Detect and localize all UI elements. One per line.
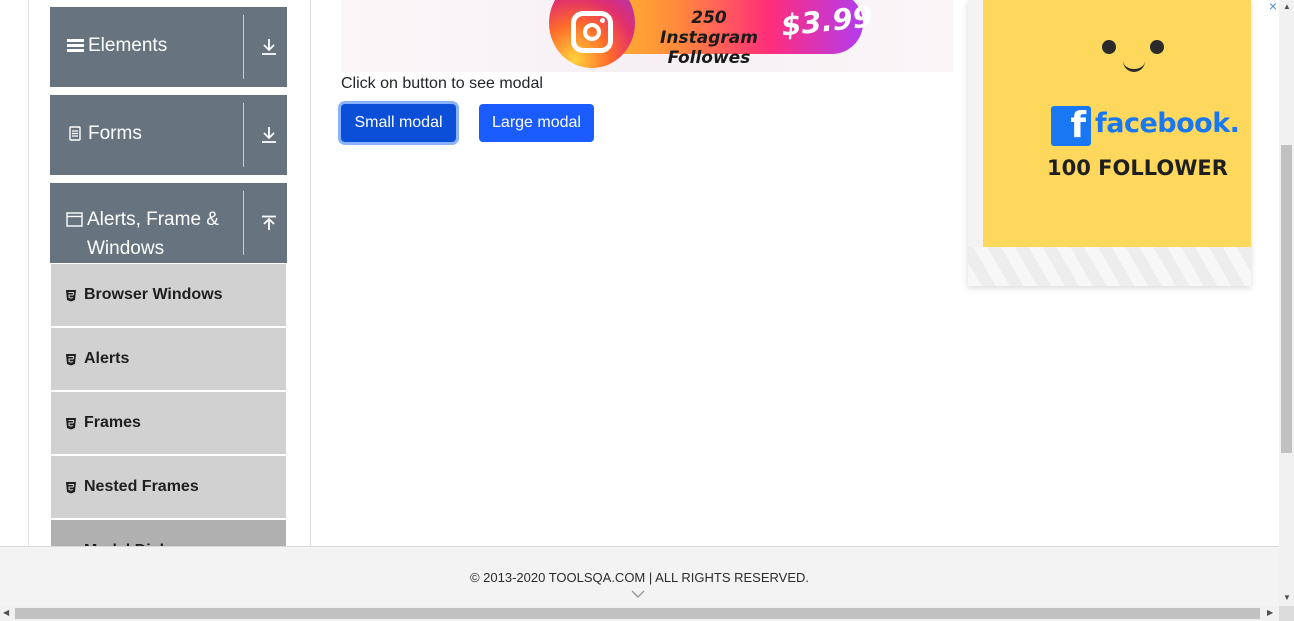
- left-rail-divider: [28, 0, 29, 546]
- horizontal-scrollbar[interactable]: ◀ ▶: [0, 606, 1279, 621]
- page-viewport: Elements Forms Alerts, Frame & Windows B…: [0, 0, 1279, 606]
- html5-icon: [65, 353, 77, 366]
- vertical-scroll-thumb[interactable]: [1281, 145, 1292, 453]
- group-divider: [243, 191, 244, 255]
- document-icon: [66, 119, 84, 148]
- upload-arrow-icon[interactable]: [258, 213, 280, 235]
- ad-yellow-panel: f facebook. 100 FOLLOWER: [983, 0, 1251, 247]
- sidebar-item-nested-frames[interactable]: Nested Frames: [51, 456, 286, 518]
- chevron-down-icon[interactable]: [631, 589, 645, 599]
- sidebar-group-elements[interactable]: Elements: [50, 7, 287, 87]
- footer-copyright: © 2013-2020 TOOLSQA.COM | ALL RIGHTS RES…: [469, 570, 810, 585]
- sidebar-item-label: Nested Frames: [84, 478, 199, 495]
- sidebar-item-label: Frames: [84, 414, 141, 431]
- facebook-icon: f: [1051, 106, 1091, 146]
- html5-icon: [65, 417, 77, 430]
- facebook-ad[interactable]: f facebook. 100 FOLLOWER: [968, 0, 1251, 286]
- ad-eye-right: [1150, 40, 1164, 54]
- sidebar-group-label: Forms: [88, 123, 142, 144]
- scrollbar-corner: [1279, 606, 1294, 621]
- sidebar-item-frames[interactable]: Frames: [51, 392, 286, 454]
- window-icon: [66, 205, 83, 234]
- modal-prompt-text: Click on button to see modal: [341, 75, 543, 92]
- html5-icon: [65, 289, 77, 302]
- promo-price: $3.99: [779, 0, 875, 43]
- ad-smile: [1123, 58, 1145, 72]
- instagram-ad-banner[interactable]: 250 Instagram Followes $3.99: [341, 0, 953, 72]
- sidebar-item-alerts[interactable]: Alerts: [51, 328, 286, 390]
- sidebar-group-label: Alerts, Frame & Windows: [87, 209, 219, 259]
- group-divider: [243, 103, 244, 167]
- sidebar-item-label: Browser Windows: [84, 286, 223, 303]
- download-arrow-icon[interactable]: [258, 36, 280, 58]
- vertical-scrollbar[interactable]: ▲ ▼: [1279, 0, 1294, 606]
- ad-pattern: [968, 247, 1251, 286]
- small-modal-button[interactable]: Small modal: [341, 104, 456, 142]
- scroll-left-icon[interactable]: ◀: [3, 609, 9, 617]
- content-divider: [310, 0, 311, 546]
- sidebar-group-forms[interactable]: Forms: [50, 95, 287, 175]
- scroll-up-icon[interactable]: ▲: [1283, 3, 1291, 11]
- ad-follower-text: 100 FOLLOWER: [1047, 156, 1228, 180]
- page-footer: © 2013-2020 TOOLSQA.COM | ALL RIGHTS RES…: [0, 546, 1279, 606]
- group-divider: [243, 15, 244, 79]
- sidebar-group-label: Elements: [88, 35, 168, 56]
- sidebar-item-browser-windows[interactable]: Browser Windows: [51, 264, 286, 326]
- sidebar-group-alerts-frame-windows[interactable]: Alerts, Frame & Windows: [50, 183, 287, 263]
- ad-brand-text: facebook.: [1095, 108, 1240, 139]
- scroll-down-icon[interactable]: ▼: [1283, 594, 1291, 602]
- promo-text: 250 Instagram Followes: [660, 8, 758, 68]
- sidebar-item-label: Alerts: [84, 350, 130, 367]
- scroll-right-icon[interactable]: ▶: [1267, 609, 1273, 617]
- horizontal-scroll-thumb[interactable]: [15, 608, 1260, 619]
- ad-close-icon[interactable]: ×: [1266, 0, 1279, 14]
- download-arrow-icon[interactable]: [258, 124, 280, 146]
- large-modal-button[interactable]: Large modal: [479, 104, 594, 142]
- ad-eye-left: [1102, 40, 1116, 54]
- hamburger-icon: [66, 31, 84, 60]
- instagram-icon: [549, 0, 635, 68]
- html5-icon: [65, 481, 77, 494]
